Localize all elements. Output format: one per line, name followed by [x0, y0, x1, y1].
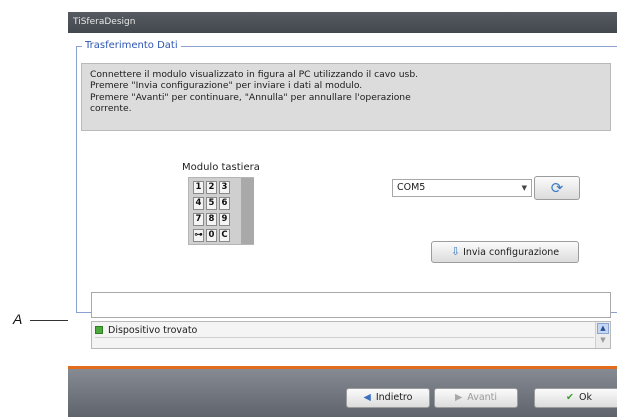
keypad-key: 3 [219, 181, 230, 194]
status-ok-icon [95, 326, 103, 334]
keypad-key: 8 [206, 213, 217, 226]
window-title: TiSferaDesign [73, 17, 136, 27]
keypad-key: 1 [193, 181, 204, 194]
send-configuration-button[interactable]: ⇩ Invia configurazione [431, 241, 579, 263]
ok-button[interactable]: ✔ Ok [534, 388, 617, 408]
scroll-up-icon[interactable]: ▲ [597, 323, 609, 334]
keypad-key: C [219, 229, 230, 242]
next-label: Avanti [467, 392, 498, 403]
back-button[interactable]: ◀ Indietro [346, 388, 430, 408]
keypad-key: 6 [219, 197, 230, 210]
instruction-line: Connettere il modulo visualizzato in fig… [90, 69, 419, 80]
group-title: Trasferimento Dati [82, 40, 181, 52]
status-list: Dispositivo trovato ▲ ▼ [91, 321, 611, 349]
arrow-right-icon: ▶ [454, 392, 463, 403]
keypad-key-icon: ⊶ [193, 229, 204, 242]
content-panel: Trasferimento Dati Connettere il modulo … [68, 33, 617, 366]
keypad-module-image: 1 2 3 4 5 6 7 8 9 ⊶ 0 C [188, 177, 254, 245]
keypad-key: 7 [193, 213, 204, 226]
keypad-key: 2 [206, 181, 217, 194]
upload-icon: ⇩ [450, 245, 461, 258]
scroll-down-icon[interactable]: ▼ [597, 335, 609, 346]
instructions-box: Connettere il modulo visualizzato in fig… [81, 63, 611, 131]
status-text: Dispositivo trovato [108, 325, 198, 336]
callout-label-a: A [13, 311, 23, 327]
send-configuration-label: Invia configurazione [463, 247, 560, 258]
keypad-key: 4 [193, 197, 204, 210]
module-title: Modulo tastiera [182, 162, 260, 173]
checkmark-icon: ✔ [566, 392, 574, 403]
status-item: Dispositivo trovato [95, 324, 594, 338]
log-textbox[interactable] [91, 292, 611, 318]
footer-bar: ◀ Indietro ▶ Avanti ✔ Ok [68, 369, 617, 417]
arrow-left-icon: ◀ [363, 392, 371, 403]
keypad-side-panel [241, 178, 254, 244]
port-select[interactable]: COM5 ▼ [392, 179, 532, 197]
ok-label: Ok [578, 392, 592, 403]
instruction-line: Premere "Invia configurazione" per invia… [90, 80, 363, 92]
keypad-key: 5 [206, 197, 217, 210]
keypad-key: 9 [219, 213, 230, 226]
keypad-key: 0 [206, 229, 217, 242]
app-window: TiSferaDesign Trasferimento Dati Connett… [68, 12, 617, 417]
next-button[interactable]: ▶ Avanti [434, 388, 518, 408]
status-scrollbar[interactable]: ▲ ▼ [595, 322, 610, 348]
refresh-icon: ⟳ [550, 179, 564, 197]
chevron-down-icon: ▼ [521, 184, 527, 192]
refresh-button[interactable]: ⟳ [534, 176, 580, 200]
window-titlebar: TiSferaDesign [68, 12, 617, 33]
port-select-value: COM5 [397, 182, 426, 193]
instruction-line: Premere "Avanti" per continuare, "Annull… [90, 91, 411, 103]
back-label: Indietro [375, 392, 413, 403]
instruction-line: corrente. [90, 103, 132, 115]
